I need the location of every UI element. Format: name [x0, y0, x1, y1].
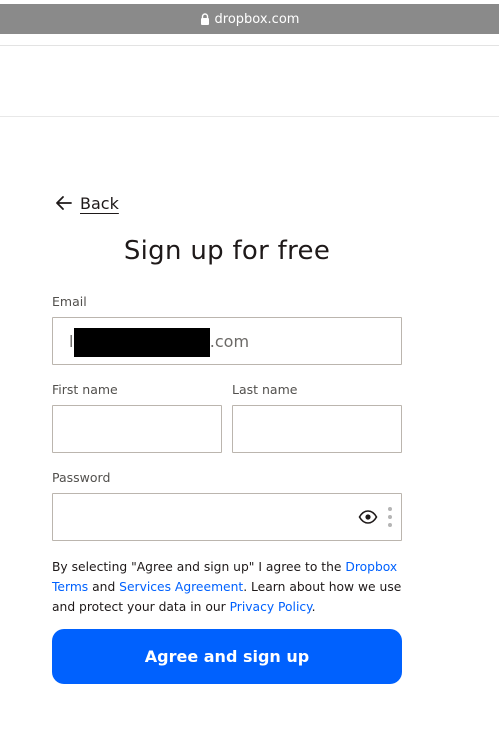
email-value-prefix: l	[69, 331, 74, 351]
services-agreement-link[interactable]: Services Agreement	[119, 580, 243, 594]
arrow-left-icon	[54, 193, 74, 213]
browser-url-bar[interactable]: dropbox.com	[0, 4, 499, 34]
password-label: Password	[52, 470, 111, 485]
password-field[interactable]	[52, 493, 402, 541]
redaction-box	[74, 328, 210, 357]
terms-text-4: .	[311, 600, 316, 614]
agree-and-sign-up-button[interactable]: Agree and sign up	[52, 629, 402, 684]
email-label: Email	[52, 294, 87, 309]
back-label: Back	[80, 193, 119, 213]
privacy-policy-link[interactable]: Privacy Policy	[230, 600, 312, 614]
back-link[interactable]: Back	[54, 192, 119, 214]
more-vertical-icon[interactable]	[386, 504, 394, 530]
toolbar-divider	[0, 45, 499, 46]
last-name-label: Last name	[232, 382, 298, 397]
first-name-label: First name	[52, 382, 118, 397]
url-text: dropbox.com	[214, 11, 300, 27]
page-title: Sign up for free	[123, 236, 331, 266]
terms-text: By selecting "Agree and sign up" I agree…	[52, 557, 412, 617]
header-divider	[0, 116, 499, 117]
terms-text-1: By selecting "Agree and sign up" I agree…	[52, 560, 346, 574]
first-name-field[interactable]	[52, 405, 222, 453]
eye-icon[interactable]	[358, 509, 378, 525]
last-name-field[interactable]	[232, 405, 402, 453]
terms-text-2: and	[88, 580, 120, 594]
lock-icon	[200, 13, 210, 25]
